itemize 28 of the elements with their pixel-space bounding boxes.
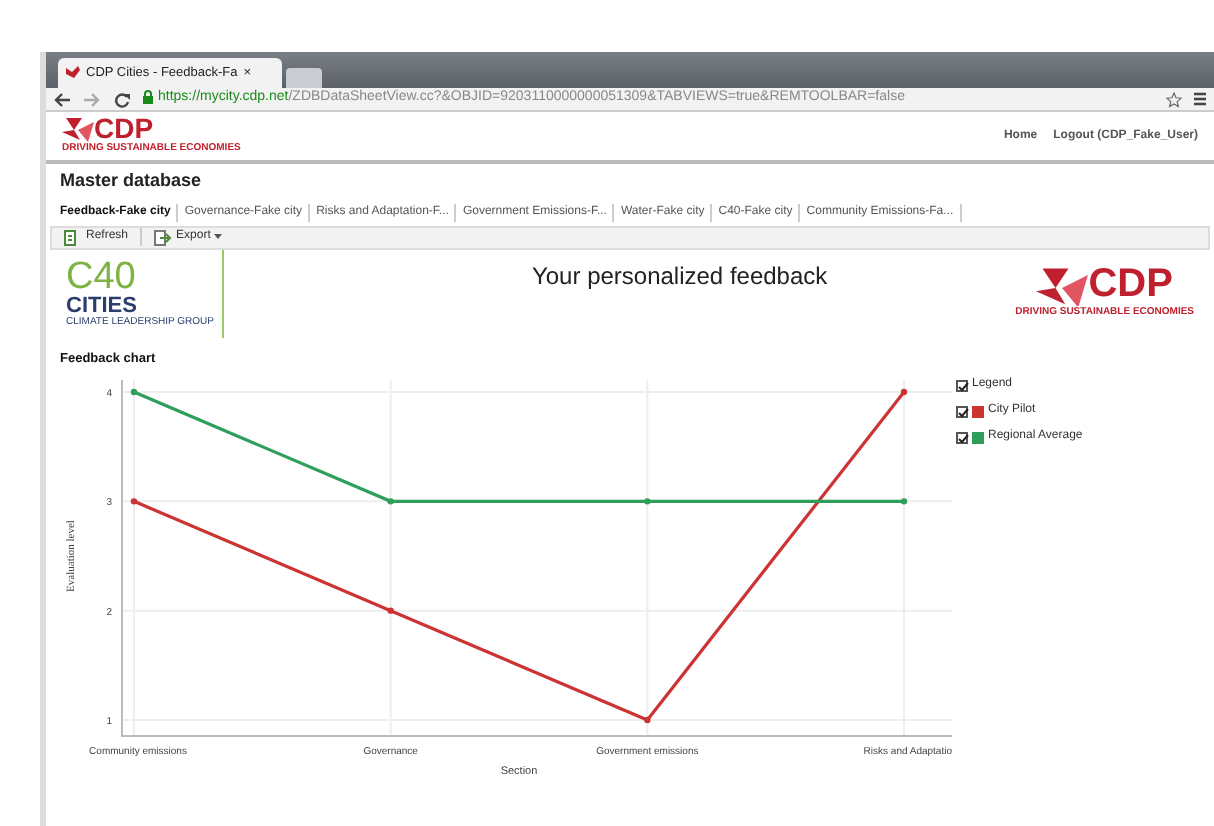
feedback-title: Your personalized feedback: [531, 259, 828, 293]
data-point: [387, 607, 394, 615]
data-point: [900, 389, 908, 396]
checkbox[interactable]: [956, 379, 968, 392]
back-icon: [54, 91, 72, 107]
data-point: [130, 498, 138, 506]
forward-icon: [84, 91, 102, 107]
logo-text: CDP: [94, 114, 154, 143]
data-point: [644, 717, 651, 724]
page-title: Master database: [58, 168, 204, 194]
caret-icon: [214, 234, 223, 240]
data-point: [644, 498, 651, 506]
menu-icon: [1194, 92, 1206, 106]
star-icon: [1166, 91, 1182, 107]
cdp-logo-text: CDP: [1088, 263, 1173, 304]
checkbox[interactable]: [956, 431, 968, 444]
c40-logo-subtitle: CITIES: [66, 296, 137, 318]
check-icon: [958, 381, 970, 392]
cdp-logo-icon: [62, 114, 94, 143]
c40-logo-text: C40: [66, 258, 138, 296]
check-icon: [958, 407, 970, 418]
data-point: [387, 498, 394, 506]
data-point: [900, 498, 908, 506]
checkbox[interactable]: [956, 405, 968, 418]
data-point: [130, 389, 138, 396]
check-icon: [958, 433, 970, 444]
reload-icon: [114, 91, 130, 107]
lock-icon: [142, 89, 154, 104]
